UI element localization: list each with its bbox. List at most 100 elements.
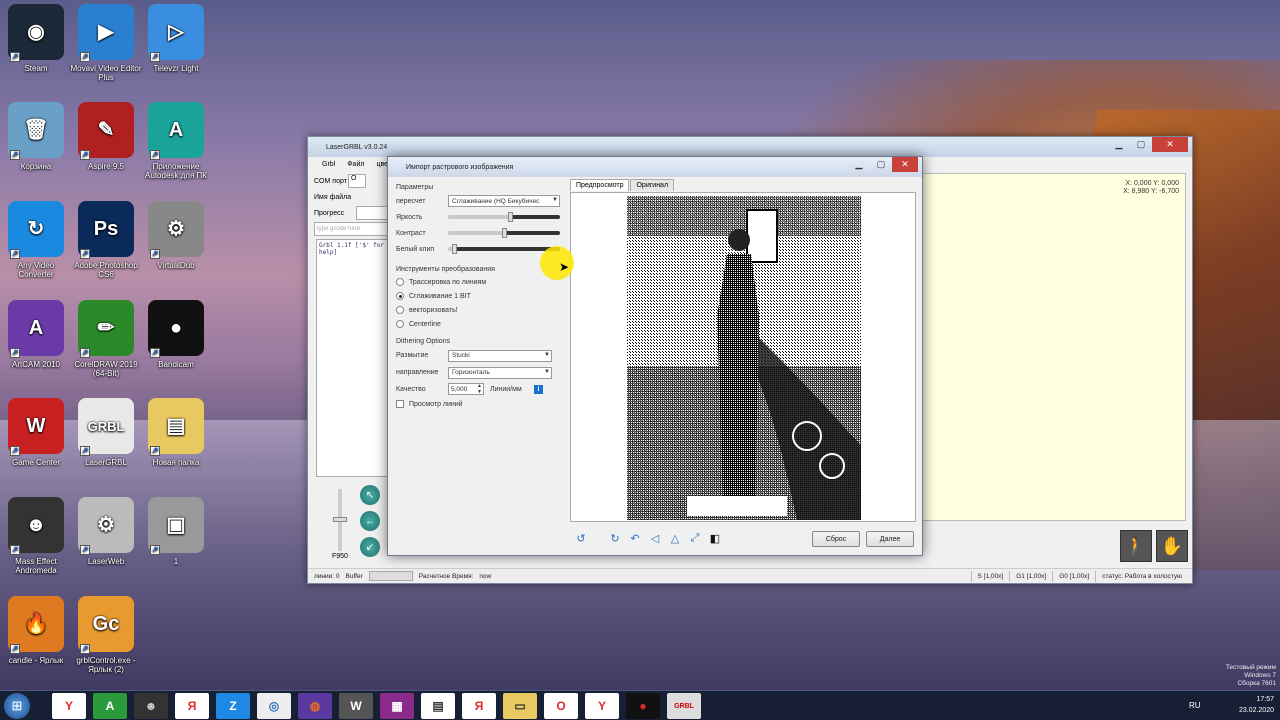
minimize-icon[interactable]: ▁ — [1108, 137, 1130, 152]
brightness-slider[interactable] — [448, 212, 560, 222]
mode-label-3[interactable]: Centerline — [409, 321, 441, 328]
yandex-browser-icon[interactable]: Y — [52, 693, 86, 719]
flip-vertical-icon[interactable]: △ — [667, 531, 683, 545]
desktop-shortcut[interactable]: ☻ ↗ Mass Effect Andromeda — [0, 497, 72, 575]
language-indicator[interactable]: RU — [1189, 701, 1201, 710]
winrar-icon[interactable]: ▦ — [380, 693, 414, 719]
mode-radio-1[interactable] — [396, 292, 404, 300]
preview-lines-checkbox[interactable] — [396, 400, 404, 408]
menu-file[interactable]: Файл — [347, 161, 364, 168]
start-button[interactable]: ⊞ — [4, 693, 30, 719]
desktop-shortcut[interactable]: ↻ ↗ Any Video Converter — [0, 201, 72, 279]
yandex-icon[interactable]: Я — [175, 693, 209, 719]
contrast-slider-thumb[interactable] — [502, 228, 507, 238]
bandicam-taskbar-icon[interactable]: ● — [626, 693, 660, 719]
walk-icon[interactable]: 🚶 — [1120, 530, 1152, 562]
desktop-shortcut[interactable]: ▶ ↗ Movavi Video Editor Plus — [70, 4, 142, 82]
info-icon[interactable]: i — [534, 384, 543, 394]
desktop-shortcut[interactable]: A ↗ Приложение Autodesk для ПК — [140, 102, 212, 180]
speed-slider-thumb[interactable] — [333, 517, 347, 522]
world-of-tanks-icon[interactable]: W — [339, 693, 373, 719]
rotate-left-icon[interactable]: ↺ — [573, 531, 589, 545]
resample-select[interactable]: Сглаживание (HQ Бикубичес ▼ — [448, 195, 560, 207]
desktop-shortcut[interactable]: ● ↗ Bandicam — [140, 300, 212, 369]
desktop-shortcut[interactable]: W ↗ Game Center — [0, 398, 72, 467]
flip-horizontal-icon[interactable]: ◁ — [647, 531, 663, 545]
preview-canvas[interactable]: X: 0,000 Y: 0,000 X: 8,980 Y: -6,700 — [922, 173, 1186, 521]
stop-hand-icon[interactable]: ✋ — [1156, 530, 1188, 562]
jog-up-left-button[interactable]: ↖ — [360, 485, 380, 505]
system-clock[interactable]: 17:57 23.02.2020 — [1239, 694, 1274, 716]
zoom-app-icon[interactable]: Z — [216, 693, 250, 719]
spinner-arrows-icon[interactable]: ▲ ▼ — [477, 383, 482, 395]
preview-lines-label[interactable]: Просмотр линий — [409, 401, 463, 408]
dialog-titlebar[interactable]: Импорт растрового изображения — [388, 157, 922, 177]
whiteclip-slider-thumb[interactable] — [452, 244, 457, 254]
reset-button[interactable]: Сброс — [812, 531, 860, 547]
quality-input[interactable]: 5,000 ▲ ▼ — [448, 383, 484, 395]
desktop-shortcut[interactable]: ▷ ↗ Televzr Light — [140, 4, 212, 73]
yandex-taskbar-icon[interactable]: Я — [462, 693, 496, 719]
mode-radio-3[interactable] — [396, 320, 404, 328]
brightness-slider-thumb[interactable] — [508, 212, 513, 222]
aspire-icon: ✎ ↗ — [78, 102, 134, 160]
next-button[interactable]: Далее — [866, 531, 914, 547]
desktop-shortcut[interactable]: ⚙ ↗ VirtualDub — [140, 201, 212, 270]
jog-left-button[interactable]: ← — [360, 511, 380, 531]
minimize-icon[interactable]: ▁ — [848, 157, 870, 172]
autodesk-icon: A ↗ — [148, 102, 204, 160]
rotate-ccw-icon[interactable]: ↶ — [627, 531, 643, 545]
close-icon[interactable]: ✕ — [1152, 137, 1188, 152]
rotate-cw-icon[interactable]: ↻ — [607, 531, 623, 545]
desktop-shortcut[interactable]: ⚙ ↗ LaserWeb — [70, 497, 142, 566]
contrast-slider[interactable] — [448, 228, 560, 238]
menu-grbl[interactable]: Grbl — [322, 161, 335, 168]
close-icon[interactable]: ✕ — [892, 157, 918, 172]
desktop-shortcut[interactable]: GRBL ↗ LaserGRBL — [70, 398, 142, 467]
status-s-override[interactable]: S [1,00x] — [978, 573, 1004, 580]
desktop-shortcut[interactable]: ◉ ↗ Steam — [0, 4, 72, 73]
mode-radio-2[interactable] — [396, 306, 404, 314]
desktop-shortcut[interactable]: Gc ↗ grblControl.exe - Ярлык (2) — [70, 596, 142, 674]
mode-label-1[interactable]: Сглаживание 1 BIT — [409, 293, 471, 300]
autodesk-app-icon[interactable]: A — [93, 693, 127, 719]
brightness-slider-fill — [510, 215, 560, 219]
photoshop-icon: Ps ↗ — [78, 201, 134, 259]
gcode-input[interactable]: type gcode here — [314, 222, 390, 236]
direction-select[interactable]: Горизонталь ▼ — [448, 366, 552, 379]
crop-icon[interactable]: ⤢ — [687, 531, 703, 545]
mode-radio-0[interactable] — [396, 278, 404, 286]
desktop-shortcut[interactable]: ▤ ↗ Новая папка — [140, 398, 212, 467]
blur-select[interactable]: Stucki ▼ — [448, 349, 552, 362]
status-g0-override[interactable]: G0 [1,00x] — [1059, 573, 1089, 580]
invert-icon[interactable]: ◧ — [707, 531, 723, 545]
desktop-shortcut[interactable]: ▣ ↗ 1 — [140, 497, 212, 566]
com-port-select[interactable]: O — [348, 174, 366, 188]
desktop-shortcut[interactable]: 🔥 ↗ candle - Ярлык — [0, 596, 72, 665]
mass-effect-taskbar-icon[interactable]: ☻ — [134, 693, 168, 719]
desktop-shortcut[interactable]: ✎ ↗ Aspire 9.5 — [70, 102, 142, 171]
shortcut-arrow-icon: ↗ — [150, 249, 160, 259]
opera-icon[interactable]: O — [544, 693, 578, 719]
desktop-shortcut[interactable]: ✏ ↗ CorelDRAW 2019 (64-Bit) — [70, 300, 142, 378]
firefox-icon[interactable]: ◍ — [298, 693, 332, 719]
mode-label-0[interactable]: Трассировка по линиям — [409, 279, 486, 286]
maximize-icon[interactable]: ▢ — [1130, 137, 1152, 152]
status-g1-override[interactable]: G1 [1,00x] — [1016, 573, 1046, 580]
maximize-icon[interactable]: ▢ — [870, 157, 892, 172]
whiteclip-slider[interactable] — [448, 244, 560, 254]
desktop-shortcut[interactable]: 🗑 ↗ Корзина — [0, 102, 72, 171]
lasergrbl-titlebar[interactable]: LaserGRBL v3.0.24 — [308, 137, 1192, 157]
tab-original[interactable]: Оригинал — [630, 179, 675, 191]
tab-preview[interactable]: Предпросмотр — [570, 179, 630, 191]
jog-down-left-button[interactable]: ↙ — [360, 537, 380, 557]
lasergrbl-taskbar-icon[interactable]: GRBL — [667, 693, 701, 719]
explorer-folder-icon[interactable]: ▭ — [503, 693, 537, 719]
yandex-browser-taskbar-icon[interactable]: Y — [585, 693, 619, 719]
notepad-icon[interactable]: ▤ — [421, 693, 455, 719]
direction-label: направление — [396, 369, 439, 376]
chrome-icon[interactable]: ◎ — [257, 693, 291, 719]
desktop-shortcut[interactable]: Ps ↗ Adobe Photoshop CS6 — [70, 201, 142, 279]
mode-label-2[interactable]: векторизовать! — [409, 307, 458, 314]
desktop-shortcut[interactable]: A ↗ ArtCAM 2010 — [0, 300, 72, 369]
